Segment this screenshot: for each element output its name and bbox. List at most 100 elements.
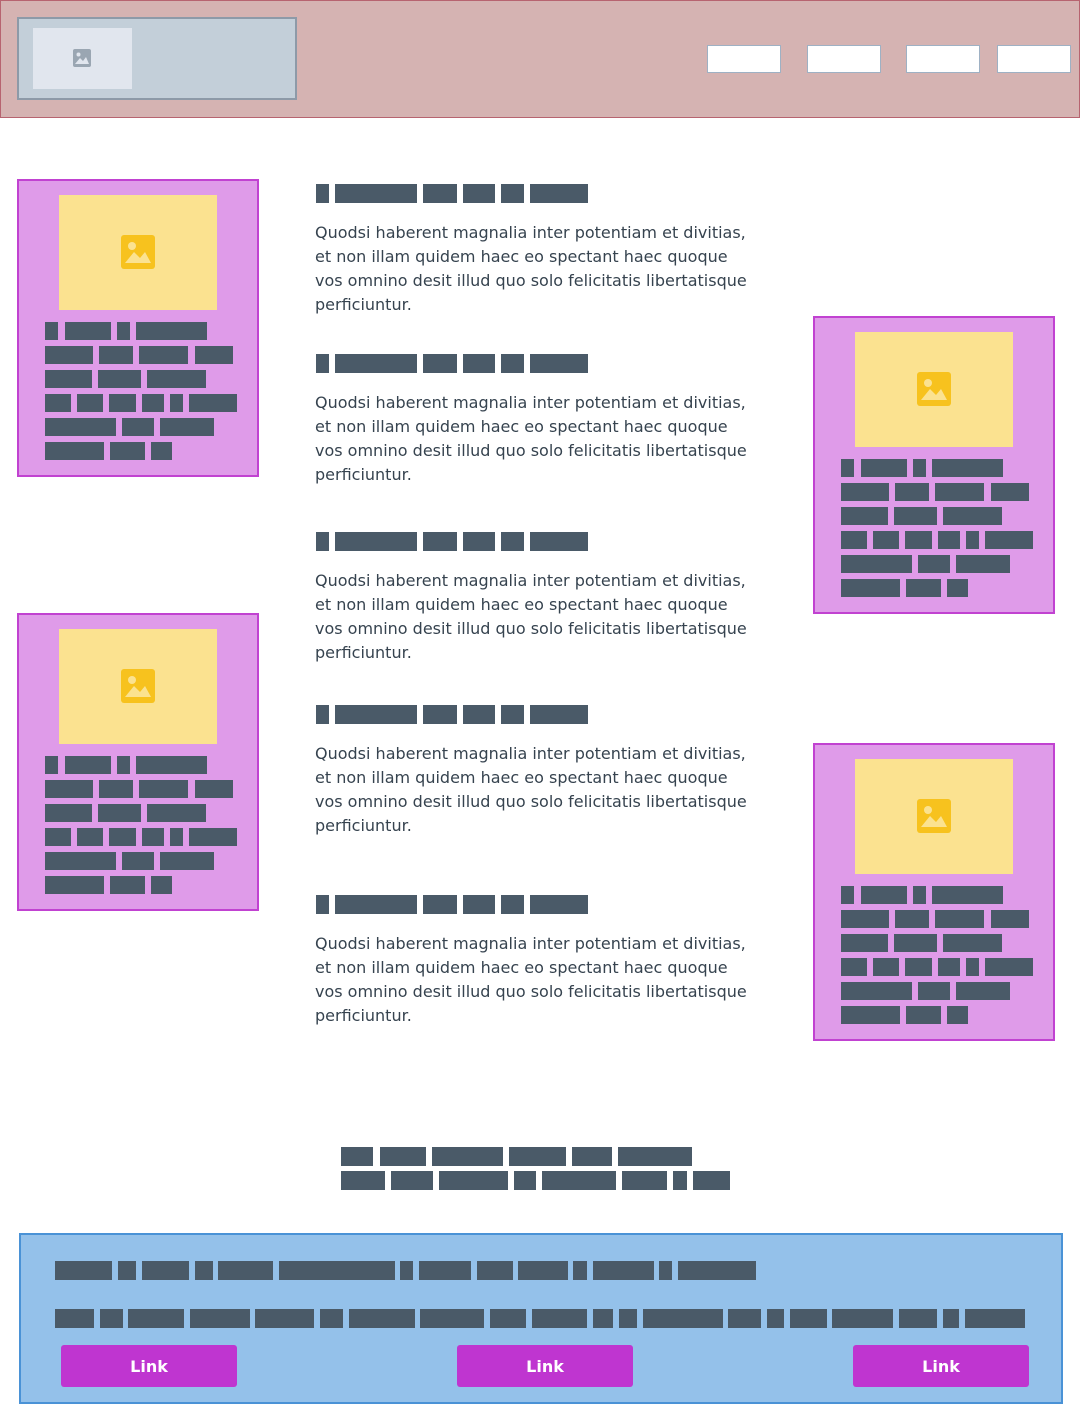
redacted-text-bar: [899, 1309, 937, 1328]
redacted-text-bar: [913, 459, 926, 477]
redacted-text-bar: [316, 532, 329, 551]
redacted-text-bar: [938, 958, 960, 976]
redacted-text-bar: [572, 1147, 612, 1166]
redacted-text-bar: [956, 982, 1010, 1000]
redacted-text-bar: [45, 346, 93, 364]
redacted-text-bar: [45, 442, 104, 460]
redacted-text-bar: [985, 531, 1033, 549]
redacted-text-bar: [423, 532, 457, 551]
redacted-text-bar: [136, 756, 207, 774]
logo-image: [33, 28, 132, 89]
nav-item-4[interactable]: [997, 45, 1071, 73]
redacted-text-bar: [142, 394, 164, 412]
redacted-text-bar: [420, 1309, 484, 1328]
section-body: Quodsi haberent magnalia inter potentiam…: [315, 223, 747, 314]
redacted-text-bar: [514, 1171, 536, 1190]
card-image: [59, 629, 217, 744]
logo[interactable]: [17, 17, 297, 100]
redacted-text-bar: [932, 886, 1003, 904]
redacted-text-bar: [530, 532, 588, 551]
redacted-text-bar: [906, 579, 941, 597]
redacted-text-bar: [841, 555, 912, 573]
redacted-text-bar: [947, 579, 968, 597]
redacted-text-bar: [905, 958, 932, 976]
redacted-text-bar: [118, 1261, 136, 1280]
nav-item-1[interactable]: [707, 45, 781, 73]
redacted-text-bar: [935, 910, 984, 928]
redacted-text-bar: [349, 1309, 415, 1328]
redacted-text-bar: [122, 852, 154, 870]
redacted-text-bar: [841, 886, 854, 904]
redacted-text-bar: [985, 958, 1033, 976]
redacted-text-bar: [622, 1171, 667, 1190]
redacted-text-bar: [142, 828, 164, 846]
redacted-text-bar: [943, 934, 1002, 952]
redacted-text-bar: [335, 705, 417, 724]
redacted-text-bar: [841, 910, 889, 928]
redacted-text-bar: [490, 1309, 526, 1328]
redacted-text-bar: [693, 1171, 730, 1190]
card-right-1[interactable]: [813, 316, 1055, 614]
redacted-text-bar: [841, 934, 888, 952]
redacted-text-bar: [873, 531, 899, 549]
redacted-text-bar: [938, 531, 960, 549]
redacted-text-bar: [659, 1261, 672, 1280]
nav-item-2[interactable]: [807, 45, 881, 73]
footer-link-2[interactable]: Link: [457, 1345, 633, 1387]
redacted-text-bar: [790, 1309, 827, 1328]
redacted-text-bar: [966, 958, 979, 976]
redacted-text-bar: [77, 828, 103, 846]
redacted-text-bar: [218, 1261, 273, 1280]
redacted-text-bar: [841, 483, 889, 501]
redacted-text-bar: [45, 418, 116, 436]
redacted-text-bar: [530, 895, 588, 914]
redacted-text-bar: [501, 184, 524, 203]
image-icon: [121, 235, 155, 269]
redacted-text-bar: [160, 418, 214, 436]
card-left-1[interactable]: [17, 179, 259, 477]
redacted-text-bar: [728, 1309, 761, 1328]
redacted-text-bar: [501, 532, 524, 551]
redacted-text-bar: [965, 1309, 1025, 1328]
redacted-text-bar: [895, 910, 929, 928]
footer-link-1[interactable]: Link: [61, 1345, 237, 1387]
redacted-text-bar: [110, 442, 145, 460]
redacted-text-bar: [947, 1006, 968, 1024]
redacted-text-bar: [45, 876, 104, 894]
redacted-text-bar: [45, 828, 71, 846]
redacted-text-bar: [423, 354, 457, 373]
redacted-text-bar: [463, 532, 495, 551]
footer-link-3[interactable]: Link: [853, 1345, 1029, 1387]
redacted-text-bar: [195, 780, 233, 798]
redacted-text-bar: [45, 804, 92, 822]
redacted-text-bar: [122, 418, 154, 436]
redacted-text-bar: [98, 804, 141, 822]
redacted-text-bar: [335, 532, 417, 551]
redacted-text-bar: [55, 1309, 94, 1328]
redacted-text-bar: [593, 1309, 613, 1328]
redacted-text-bar: [966, 531, 979, 549]
redacted-text-bar: [943, 507, 1002, 525]
redacted-text-bar: [905, 531, 932, 549]
redacted-text-bar: [439, 1171, 508, 1190]
card-right-2[interactable]: [813, 743, 1055, 1041]
redacted-text-bar: [65, 756, 111, 774]
redacted-text-bar: [142, 1261, 189, 1280]
redacted-text-bar: [463, 354, 495, 373]
redacted-text-bar: [335, 895, 417, 914]
card-left-2[interactable]: [17, 613, 259, 911]
redacted-text-bar: [45, 370, 92, 388]
footer: Link Link Link: [19, 1233, 1063, 1404]
redacted-text-bar: [195, 346, 233, 364]
redacted-text-bar: [463, 895, 495, 914]
redacted-text-bar: [432, 1147, 503, 1166]
redacted-text-bar: [532, 1309, 587, 1328]
redacted-text-bar: [99, 780, 133, 798]
nav-item-3[interactable]: [906, 45, 980, 73]
redacted-text-bar: [45, 780, 93, 798]
redacted-text-bar: [109, 394, 136, 412]
redacted-text-bar: [170, 394, 183, 412]
redacted-text-bar: [530, 354, 588, 373]
redacted-text-bar: [932, 459, 1003, 477]
redacted-text-bar: [619, 1309, 637, 1328]
